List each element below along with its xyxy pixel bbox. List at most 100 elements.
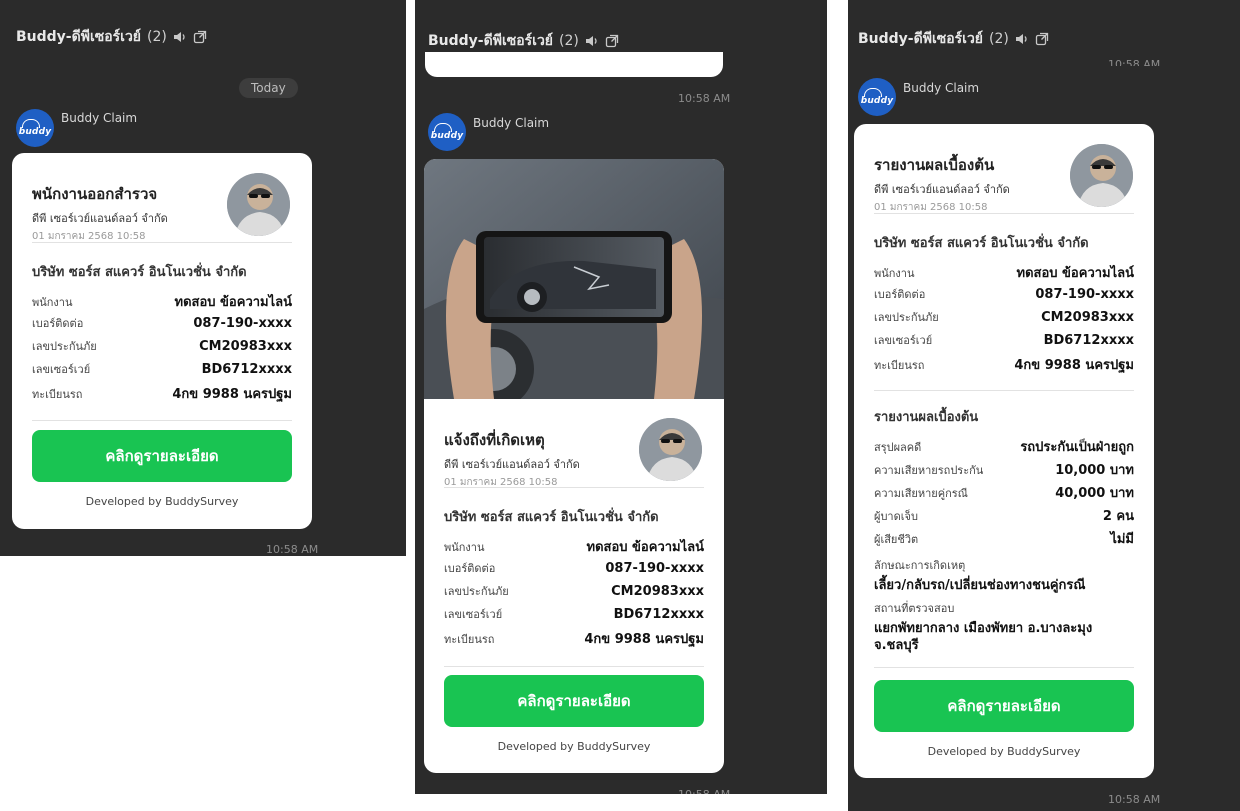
company-name: บริษัท ซอร์ส สแควร์ อินโนเวชั่น จำกัด bbox=[444, 510, 659, 525]
view-details-button[interactable]: คลิกดูรายละเอียด bbox=[874, 680, 1134, 732]
info-row: พนักงาน ทดสอบ ข้อความไลน์ bbox=[32, 291, 292, 312]
footer-divider bbox=[444, 666, 704, 667]
buddy-logo-icon: buddy bbox=[18, 119, 52, 137]
chat-title: Buddy-ดีพีเซอร์เวย์ bbox=[428, 33, 554, 49]
incident-card: แจ้งถึงที่เกิดเหตุ ดีพี เซอร์เวย์แอนด์ลอ… bbox=[424, 159, 724, 773]
message-time: 10:58 AM bbox=[678, 92, 731, 105]
developed-by: Developed by BuddySurvey bbox=[497, 740, 651, 753]
row-value: ไม่มี bbox=[1110, 532, 1134, 547]
info-row: เบอร์ติดต่อ 087-190-xxxx bbox=[444, 559, 704, 577]
report-section-title: รายงานผลเบื้องต้น bbox=[874, 410, 979, 425]
message-time: 10:58 AM bbox=[678, 788, 730, 794]
card-title: แจ้งถึงที่เกิดเหตุ bbox=[444, 431, 545, 449]
speaker-icon[interactable] bbox=[173, 30, 187, 44]
staff-photo bbox=[1070, 144, 1133, 207]
row-label: ทะเบียนรถ bbox=[444, 633, 495, 646]
row-label: ความเสียหายคู่กรณี bbox=[874, 487, 968, 500]
info-row: ทะเบียนรถ 4กข 9988 นครปฐม bbox=[874, 354, 1134, 375]
row-label: สรุปผลคดี bbox=[874, 441, 922, 454]
card-subtitle: ดีพี เซอร์เวย์แอนด์ลอว์ จำกัด bbox=[32, 212, 168, 225]
info-row: เบอร์ติดต่อ 087-190-xxxx bbox=[32, 314, 292, 332]
chat-header: Buddy-ดีพีเซอร์เวย์ (2) bbox=[428, 30, 827, 52]
row-label: เบอร์ติดต่อ bbox=[444, 562, 496, 575]
info-row: เบอร์ติดต่อ 087-190-xxxx bbox=[874, 285, 1134, 303]
view-details-button[interactable]: คลิกดูรายละเอียด bbox=[32, 430, 292, 482]
company-name: บริษัท ซอร์ส สแควร์ อินโนเวชั่น จำกัด bbox=[32, 265, 247, 280]
developed-by: Developed by BuddySurvey bbox=[85, 495, 239, 508]
row-value: 087-190-xxxx bbox=[1035, 287, 1134, 302]
row-label: เลขประกันภัย bbox=[874, 311, 939, 324]
popout-icon[interactable] bbox=[1035, 32, 1049, 46]
chat-title: Buddy-ดีพีเซอร์เวย์ bbox=[858, 31, 984, 47]
row-label: พนักงาน bbox=[32, 296, 73, 309]
accident-photo bbox=[424, 159, 724, 399]
chat-member-count: (2) bbox=[147, 29, 167, 45]
buddy-logo-icon: buddy bbox=[430, 123, 464, 141]
chat-header: Buddy-ดีพีเซอร์เวย์ (2) bbox=[858, 28, 1240, 50]
staff-photo bbox=[227, 173, 290, 236]
row-label: เลขเซอร์เวย์ bbox=[874, 334, 933, 347]
chat-panel-1: Buddy-ดีพีเซอร์เวย์ (2) Today buddy Budd… bbox=[0, 0, 406, 556]
row-label: ผู้เสียชีวิต bbox=[874, 533, 919, 546]
header-divider bbox=[874, 213, 1134, 214]
row-value: ทดสอบ ข้อความไลน์ bbox=[174, 295, 292, 310]
previous-card-bottom bbox=[425, 52, 723, 77]
card-subtitle: ดีพี เซอร์เวย์แอนด์ลอว์ จำกัด bbox=[444, 458, 580, 471]
report-row: ความเสียหายคู่กรณี 40,000 บาท bbox=[874, 482, 1134, 503]
chat-header: Buddy-ดีพีเซอร์เวย์ (2) bbox=[16, 26, 406, 48]
card-header: แจ้งถึงที่เกิดเหตุ ดีพี เซอร์เวย์แอนด์ลอ… bbox=[444, 428, 580, 490]
survey-staff-card: พนักงานออกสำรวจ ดีพี เซอร์เวย์แอนด์ลอว์ … bbox=[12, 153, 312, 529]
chat-panel-2: Buddy-ดีพีเซอร์เวย์ (2) 10:58 AM buddy B… bbox=[415, 0, 827, 794]
info-row: เลขประกันภัย CM20983xxx bbox=[444, 582, 704, 600]
speaker-icon[interactable] bbox=[1015, 32, 1029, 46]
message-time: 10:58 AM bbox=[1108, 793, 1161, 806]
row-value: CM20983xxx bbox=[1041, 310, 1134, 325]
chat-member-count: (2) bbox=[559, 33, 579, 49]
popout-icon[interactable] bbox=[605, 34, 619, 48]
buddy-logo-avatar[interactable]: buddy bbox=[428, 113, 466, 151]
inspection-location: สถานที่ตรวจสอบ แยกพัทยากลาง เมืองพัทยา อ… bbox=[874, 599, 1134, 654]
message-time: 10:58 AM bbox=[266, 543, 319, 556]
speaker-icon[interactable] bbox=[585, 34, 599, 48]
report-row: สรุปผลคดี รถประกันเป็นฝ่ายถูก bbox=[874, 436, 1134, 457]
chat-panel-3: Buddy-ดีพีเซอร์เวย์ (2) 10:58 AM buddy B… bbox=[848, 0, 1240, 811]
staff-photo bbox=[639, 418, 702, 481]
row-value: 2 คน bbox=[1102, 509, 1134, 524]
message-time-cut: 10:58 AM bbox=[1108, 58, 1161, 66]
row-value: BD6712xxxx bbox=[1043, 333, 1134, 348]
report-row: ความเสียหายรถประกัน 10,000 บาท bbox=[874, 459, 1134, 480]
row-label: ความเสียหายรถประกัน bbox=[874, 464, 984, 477]
chat-title: Buddy-ดีพีเซอร์เวย์ bbox=[16, 29, 142, 45]
buddy-logo-avatar[interactable]: buddy bbox=[16, 109, 54, 147]
view-details-button[interactable]: คลิกดูรายละเอียด bbox=[444, 675, 704, 727]
row-label: เลขเซอร์เวย์ bbox=[32, 363, 91, 376]
row-label: เลขเซอร์เวย์ bbox=[444, 608, 503, 621]
buddy-logo-icon: buddy bbox=[860, 88, 894, 106]
info-row: เลขประกันภัย CM20983xxx bbox=[32, 337, 292, 355]
row-value: CM20983xxx bbox=[199, 339, 292, 354]
row-value: BD6712xxxx bbox=[613, 607, 704, 622]
row-value: 40,000 บาท bbox=[1055, 486, 1134, 501]
buddy-logo-avatar[interactable]: buddy bbox=[858, 78, 896, 116]
row-value: รถประกันเป็นฝ่ายถูก bbox=[1020, 440, 1134, 455]
row-value: 087-190-xxxx bbox=[193, 316, 292, 331]
footer-divider bbox=[874, 667, 1134, 668]
cause-value: เลี้ยว/กลับรถ/เปลี่ยนช่องทางชนคู่กรณี bbox=[874, 578, 1086, 593]
row-value: CM20983xxx bbox=[611, 584, 704, 599]
chat-member-count: (2) bbox=[989, 31, 1009, 47]
preliminary-report-card: รายงานผลเบื้องต้น ดีพี เซอร์เวย์แอนด์ลอว… bbox=[854, 124, 1154, 778]
row-label: ผู้บาดเจ็บ bbox=[874, 510, 918, 523]
row-label: ทะเบียนรถ bbox=[874, 359, 925, 372]
location-label: สถานที่ตรวจสอบ bbox=[874, 602, 955, 615]
card-title: รายงานผลเบื้องต้น bbox=[874, 156, 995, 174]
popout-icon[interactable] bbox=[193, 30, 207, 44]
row-value: 4กข 9988 นครปฐม bbox=[1014, 358, 1134, 373]
row-label: พนักงาน bbox=[874, 267, 915, 280]
row-value: ทดสอบ ข้อความไลน์ bbox=[1016, 266, 1134, 281]
section-divider bbox=[874, 390, 1134, 391]
row-value: BD6712xxxx bbox=[201, 362, 292, 377]
card-subtitle: ดีพี เซอร์เวย์แอนด์ลอว์ จำกัด bbox=[874, 183, 1010, 196]
header-divider bbox=[32, 242, 292, 243]
info-row: เลขประกันภัย CM20983xxx bbox=[874, 308, 1134, 326]
row-label: ทะเบียนรถ bbox=[32, 388, 83, 401]
